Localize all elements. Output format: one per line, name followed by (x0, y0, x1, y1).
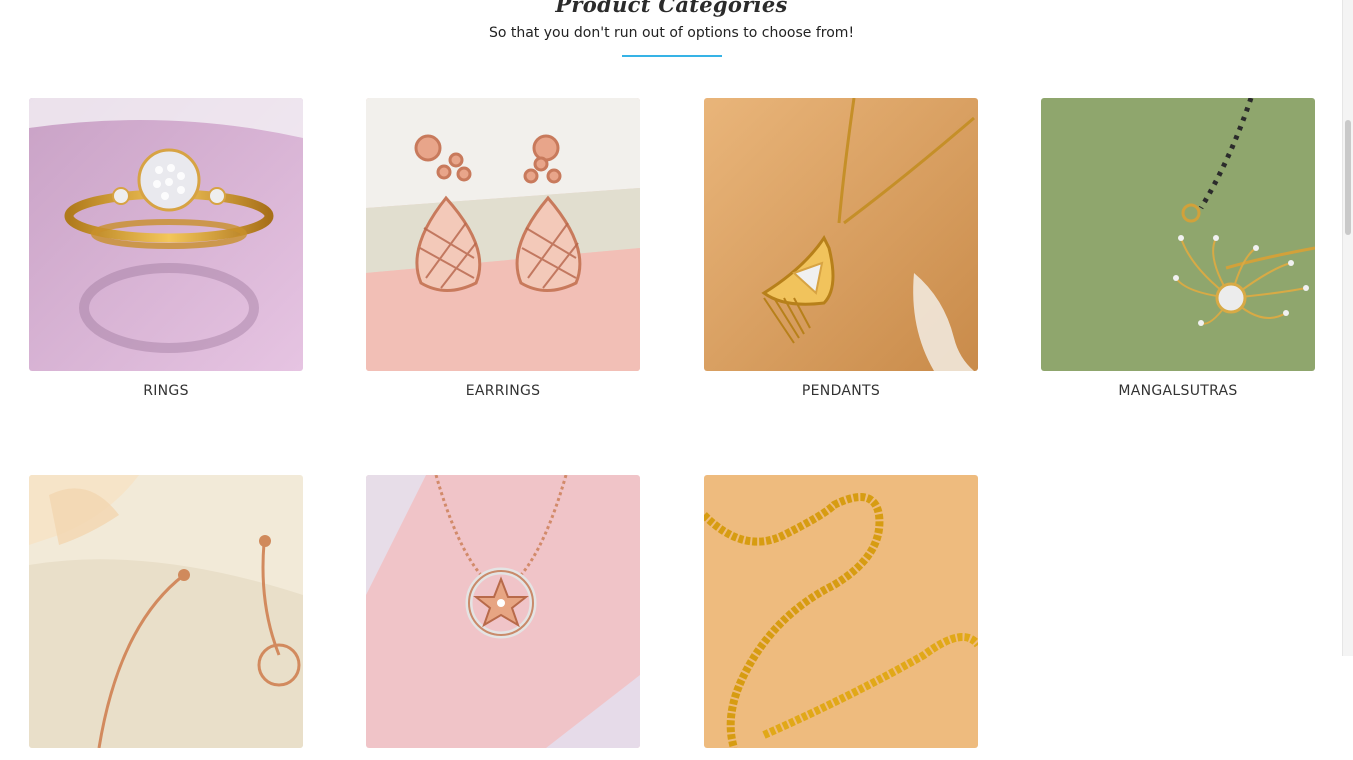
category-card-bracelets[interactable] (29, 475, 303, 760)
title-underline (622, 55, 722, 57)
necklace-image[interactable] (366, 475, 640, 748)
category-card-chains[interactable] (704, 475, 978, 760)
category-card-necklaces[interactable] (366, 475, 640, 760)
category-card-mangalsutras[interactable]: MANGALSUTRAS (1041, 98, 1315, 399)
bracelet-image[interactable] (29, 475, 303, 748)
category-card-earrings[interactable]: EARRINGS (366, 98, 640, 399)
category-card-rings[interactable]: RINGS (29, 98, 303, 399)
scrollbar-thumb[interactable] (1345, 120, 1351, 235)
earrings-image[interactable] (366, 98, 640, 371)
category-label[interactable]: PENDANTS (704, 383, 978, 399)
category-label[interactable]: RINGS (29, 383, 303, 399)
page-scrollbar[interactable] (1342, 0, 1353, 656)
category-label[interactable]: EARRINGS (366, 383, 640, 399)
pendant-image[interactable] (704, 98, 978, 371)
section-subtitle: So that you don't run out of options to … (488, 25, 855, 41)
mangalsutra-image[interactable] (1041, 98, 1315, 371)
section-title: Product Categories (555, 0, 788, 17)
ring-image[interactable] (29, 98, 303, 371)
category-card-pendants[interactable]: PENDANTS (704, 98, 978, 399)
category-label[interactable]: MANGALSUTRAS (1041, 383, 1315, 399)
chain-image[interactable] (704, 475, 978, 748)
